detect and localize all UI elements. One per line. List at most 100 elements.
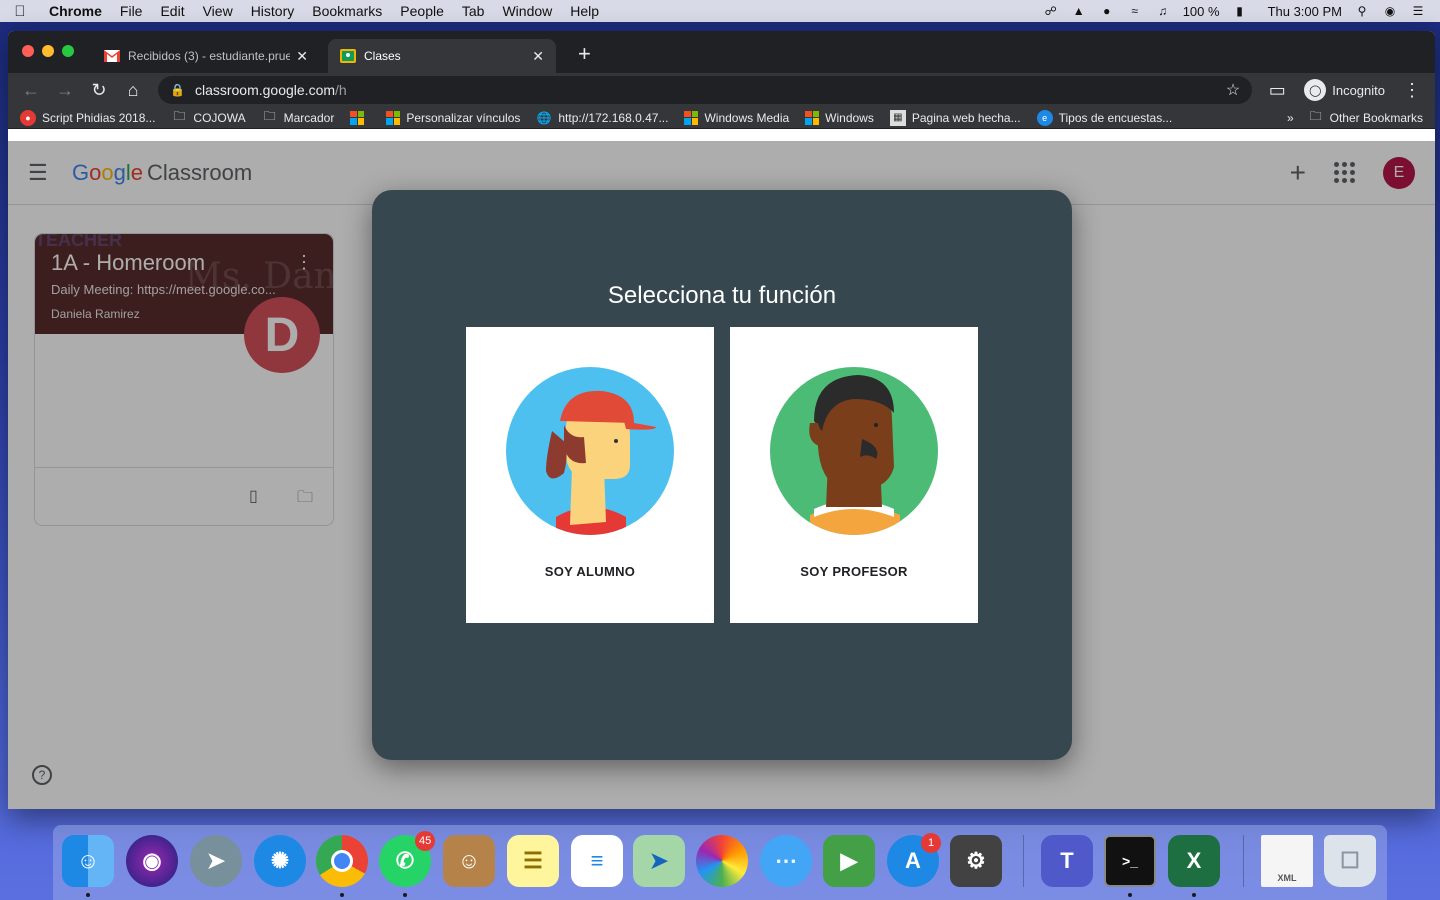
excel-icon[interactable]: X <box>1168 835 1220 887</box>
notification-icon[interactable]: ▲ <box>1071 4 1087 18</box>
control-list-icon[interactable]: ☰ <box>1410 4 1426 18</box>
more-bookmarks-button[interactable]: » <box>1287 111 1294 125</box>
teacher-role-option[interactable]: SOY PROFESOR <box>730 327 978 623</box>
bookmark-microsoft[interactable] <box>350 110 370 125</box>
bookmark-ip[interactable]: 🌐 http://172.168.0.47... <box>536 110 669 126</box>
contacts-icon[interactable]: ☺ <box>443 835 495 887</box>
messages-icon[interactable]: ⋯ <box>760 835 812 887</box>
bookmark-windows[interactable]: Windows <box>805 110 874 125</box>
student-role-label: SOY ALUMNO <box>544 564 636 579</box>
battery-percent[interactable]: 100 % <box>1183 4 1220 19</box>
gmail-icon <box>104 48 120 64</box>
tab-title: Clases <box>364 49 401 63</box>
url-path: /h <box>335 82 347 98</box>
finder-icon[interactable]: ☺ <box>62 835 114 887</box>
apple-icon[interactable]:  <box>0 3 40 20</box>
wifi-icon[interactable]: ≈ <box>1127 4 1143 18</box>
window-controls <box>22 45 74 57</box>
facetime-icon[interactable]: ▶ <box>823 835 875 887</box>
bookmark-pagina-web[interactable]: ▦ Pagina web hecha... <box>889 109 1021 126</box>
macos-menubar:  Chrome File Edit View History Bookmark… <box>0 0 1440 22</box>
close-window-button[interactable] <box>22 45 34 57</box>
bookmark-personalizar[interactable]: Personalizar vínculos <box>386 110 521 125</box>
dropbox-icon[interactable]: ● <box>1099 4 1115 18</box>
trash-icon[interactable]: ☐ <box>1324 835 1376 887</box>
menu-tab[interactable]: Tab <box>453 3 494 19</box>
spotlight-icon[interactable]: ⚲ <box>1354 4 1370 18</box>
whatsapp-badge: 45 <box>415 831 436 851</box>
tab-strip: Recibidos (3) - estudiante.prueb ✕ Clase… <box>8 31 1435 73</box>
siri-icon[interactable]: ◉ <box>1382 4 1398 18</box>
running-indicator <box>1192 893 1196 897</box>
bookmark-cojowa[interactable]: 🗀 COJOWA <box>171 109 246 126</box>
zoom-window-button[interactable] <box>62 45 74 57</box>
phidias-icon: ● <box>20 109 36 126</box>
bookmark-script-phidias[interactable]: ● Script Phidias 2018... <box>20 109 155 126</box>
address-bar[interactable]: 🔒 classroom.google.com/h ☆ <box>158 76 1253 104</box>
back-arrow-icon[interactable]: ← <box>16 76 46 104</box>
microsoft-icon <box>350 110 365 125</box>
tab-gmail[interactable]: Recibidos (3) - estudiante.prueb ✕ <box>92 39 320 73</box>
browser-toolbar: ← → ↻ ⌂ 🔒 classroom.google.com/h ☆ ▭ ◯ I… <box>8 73 1435 107</box>
running-indicator <box>403 893 407 897</box>
maps-icon[interactable]: ➤ <box>633 835 685 887</box>
launchpad-icon[interactable]: ➤ <box>190 835 242 887</box>
macos-dock: ☺ ◉ ➤ ✺ ✆ 45 ☺ ☰ ≡ ➤ ⋯ ▶ A 1 ⚙ T >_ X XM… <box>53 825 1387 900</box>
folder-icon: 🗀 <box>263 109 276 123</box>
battery-icon[interactable]: ▮ <box>1232 4 1248 18</box>
profile-button[interactable]: ◯ Incognito <box>1296 79 1393 101</box>
home-icon[interactable]: ⌂ <box>118 76 148 104</box>
chrome-menu-icon[interactable]: ⋮ <box>1397 76 1427 104</box>
bookmark-windows-media[interactable]: Windows Media <box>684 110 789 125</box>
folder-icon: 🗀 <box>173 109 186 123</box>
bookmark-label: COJOWA <box>193 110 246 125</box>
xml-file-icon[interactable]: XML <box>1261 835 1313 887</box>
forward-arrow-icon[interactable]: → <box>50 76 80 104</box>
menu-history[interactable]: History <box>242 3 304 19</box>
bookmark-star-icon[interactable]: ☆ <box>1226 80 1240 100</box>
menu-bookmarks[interactable]: Bookmarks <box>303 3 391 19</box>
menubar-clock[interactable]: Thu 3:00 PM <box>1268 4 1342 19</box>
close-tab-icon[interactable]: ✕ <box>296 48 308 65</box>
menu-window[interactable]: Window <box>493 3 561 19</box>
photos-icon[interactable] <box>696 835 748 887</box>
chrome-icon[interactable] <box>316 835 368 887</box>
app-store-badge: 1 <box>921 833 941 853</box>
tab-title: Recibidos (3) - estudiante.prueb <box>128 49 291 63</box>
close-tab-icon[interactable]: ✕ <box>532 48 544 65</box>
student-role-option[interactable]: SOY ALUMNO <box>466 327 714 623</box>
bookmark-marcador[interactable]: 🗀 Marcador <box>262 109 335 126</box>
bookmark-label: Tipos de encuestas... <box>1058 110 1173 125</box>
siri-icon[interactable]: ◉ <box>126 835 178 887</box>
volume-icon[interactable]: ♫ <box>1155 4 1171 18</box>
bookmark-label: Personalizar vínculos <box>406 110 521 125</box>
menu-file[interactable]: File <box>111 3 152 19</box>
student-illustration-icon <box>506 367 674 535</box>
terminal-icon[interactable]: >_ <box>1104 835 1156 887</box>
running-indicator <box>340 893 344 897</box>
page-icon: ▦ <box>889 109 906 126</box>
minimize-window-button[interactable] <box>42 45 54 57</box>
lock-icon[interactable]: 🔒 <box>170 83 185 97</box>
reminders-icon[interactable]: ≡ <box>571 835 623 887</box>
new-tab-button[interactable]: + <box>578 43 591 65</box>
incognito-icon: ◯ <box>1304 79 1327 101</box>
xml-file-label: XML <box>1277 873 1297 883</box>
tab-classroom[interactable]: Clases ✕ <box>328 39 556 73</box>
menu-help[interactable]: Help <box>561 3 608 19</box>
creative-cloud-icon[interactable]: ☍ <box>1043 4 1059 18</box>
menu-view[interactable]: View <box>194 3 242 19</box>
system-preferences-icon[interactable]: ⚙ <box>950 835 1002 887</box>
menu-people[interactable]: People <box>391 3 453 19</box>
teams-icon[interactable]: T <box>1041 835 1093 887</box>
menu-app-name[interactable]: Chrome <box>40 3 111 19</box>
menu-edit[interactable]: Edit <box>151 3 193 19</box>
bookmarks-bar: ● Script Phidias 2018... 🗀 COJOWA 🗀 Marc… <box>8 107 1435 129</box>
cast-icon[interactable]: ▭ <box>1262 76 1292 104</box>
reload-icon[interactable]: ↻ <box>84 76 114 104</box>
notes-icon[interactable]: ☰ <box>507 835 559 887</box>
safari-icon[interactable]: ✺ <box>254 835 306 887</box>
bookmark-label: Other Bookmarks <box>1329 110 1423 125</box>
other-bookmarks[interactable]: 🗀 Other Bookmarks <box>1308 109 1423 126</box>
bookmark-tipos-encuestas[interactable]: e Tipos de encuestas... <box>1036 109 1173 126</box>
